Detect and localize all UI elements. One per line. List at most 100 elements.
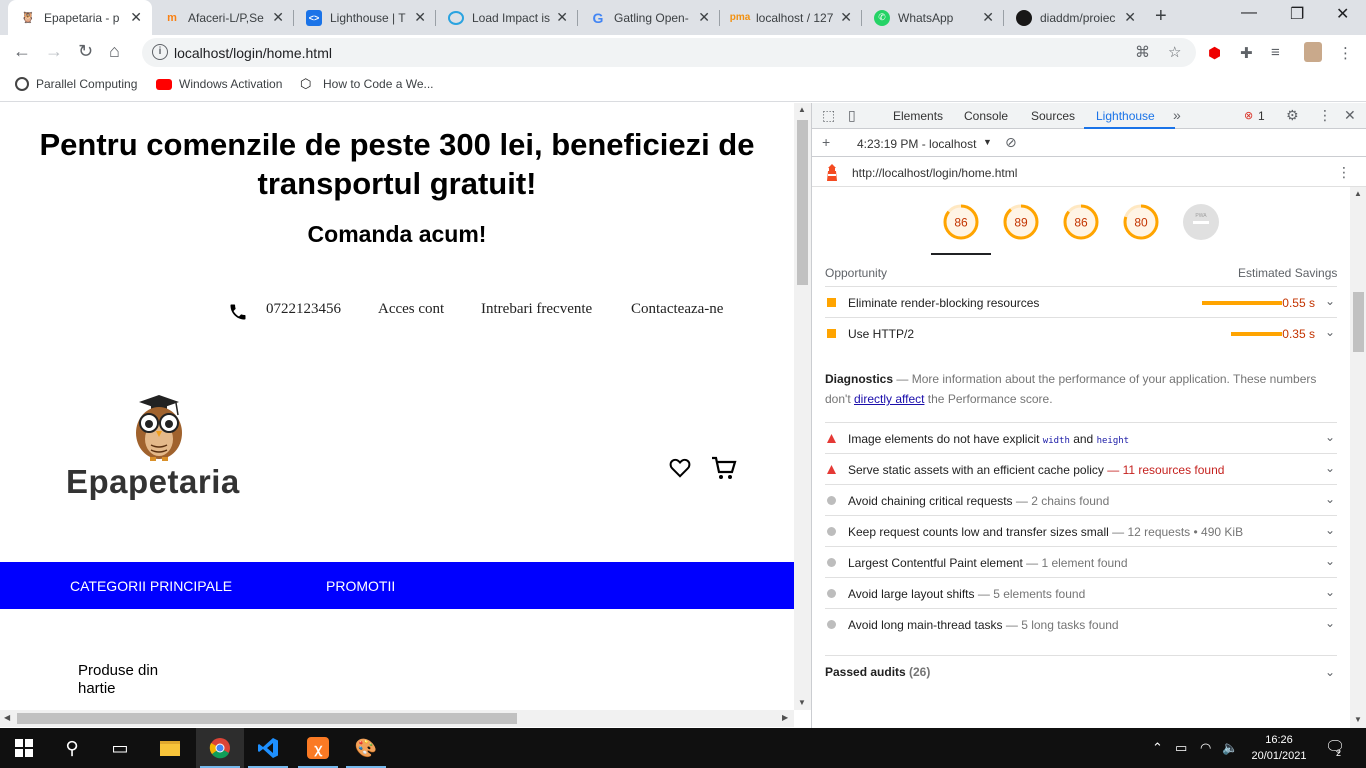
menu-icon[interactable]: ⋮ — [1338, 44, 1353, 62]
close-icon[interactable]: ✕ — [556, 9, 568, 26]
dropdown-chevron-icon[interactable]: ▼ — [983, 137, 992, 147]
score-gauge[interactable]: 80 — [1122, 203, 1160, 241]
tab-epapetaria[interactable]: 🦉 Epapetaria - p ✕ — [8, 0, 152, 35]
opportunity-row[interactable]: Use HTTP/2 0.35 s ⌄ — [825, 317, 1337, 348]
bookmark-star-icon[interactable]: ☆ — [1168, 43, 1181, 61]
new-report-icon[interactable]: + — [822, 134, 830, 150]
tab-lighthouse[interactable]: Lighthouse — [1096, 109, 1155, 123]
media-control-icon[interactable]: ≡ — [1271, 44, 1280, 61]
tab-lighthouse[interactable]: <> Lighthouse | T ✕ — [294, 0, 436, 35]
directly-affect-link[interactable]: directly affect — [854, 392, 924, 406]
tab-gatling[interactable]: G Gatling Open- ✕ — [578, 0, 720, 35]
close-devtools-icon[interactable]: ✕ — [1344, 107, 1356, 124]
error-icon[interactable]: ⊗ — [1244, 109, 1253, 122]
cart-icon[interactable] — [711, 455, 737, 481]
score-gauge[interactable]: 89 — [1002, 203, 1040, 241]
nav-faq-link[interactable]: Intrebari frecvente — [481, 301, 592, 318]
scroll-down-icon[interactable]: ▼ — [1354, 715, 1362, 724]
category-paper-products[interactable]: Produse din hartie — [78, 662, 178, 698]
diagnostic-row[interactable]: Largest Contentful Paint element — 1 ele… — [825, 546, 1337, 577]
forward-icon[interactable]: → — [45, 41, 63, 62]
pwa-badge-icon[interactable]: PWA — [1182, 203, 1220, 241]
avatar[interactable] — [1304, 42, 1322, 62]
adblock-icon[interactable]: ⬢ — [1208, 44, 1221, 62]
address-bar[interactable]: i localhost/login/home.html ⌘ ☆ — [142, 38, 1196, 67]
nav-contact-link[interactable]: Contacteaza-ne — [631, 301, 723, 318]
menu-promotions[interactable]: PROMOTII — [326, 578, 395, 594]
diagnostic-row[interactable]: Keep request counts low and transfer siz… — [825, 515, 1337, 546]
home-icon[interactable]: ⌂ — [109, 41, 120, 62]
chevron-down-icon[interactable]: ⌄ — [1325, 461, 1335, 475]
chevron-down-icon[interactable]: ⌄ — [1325, 616, 1335, 630]
bookmark-how-to-code[interactable]: ⬡ How to Code a We... — [300, 77, 434, 92]
tab-elements[interactable]: Elements — [893, 109, 943, 123]
settings-icon[interactable]: ⚙ — [1286, 107, 1299, 124]
bookmark-parallel-computing[interactable]: Parallel Computing — [15, 77, 137, 91]
chevron-down-icon[interactable]: ⌄ — [1325, 325, 1335, 339]
new-tab-button[interactable]: + — [1155, 5, 1167, 28]
task-view-icon[interactable]: ▭ — [96, 728, 144, 768]
devtools-scrollbar[interactable]: ▲ ▼ — [1350, 187, 1366, 728]
chevron-down-icon[interactable]: ⌄ — [1325, 492, 1335, 506]
search-icon[interactable]: ⚲ — [48, 728, 96, 768]
site-info-icon[interactable]: i — [152, 44, 168, 60]
close-icon[interactable]: ✕ — [698, 9, 710, 26]
phone-number[interactable]: 0722123456 — [266, 301, 341, 318]
chevron-down-icon[interactable]: ⌄ — [1325, 294, 1335, 308]
scroll-thumb[interactable] — [1353, 292, 1364, 352]
tab-github[interactable]: diaddm/proiec ✕ — [1004, 0, 1146, 35]
chevron-down-icon[interactable]: ⌄ — [1325, 554, 1335, 568]
close-icon[interactable]: ✕ — [982, 9, 994, 26]
customize-icon[interactable]: ⋮ — [1318, 107, 1332, 124]
scroll-right-icon[interactable]: ▶ — [782, 713, 788, 722]
extensions-icon[interactable]: ✚ — [1240, 44, 1253, 62]
scroll-thumb[interactable] — [17, 713, 517, 724]
diagnostic-row[interactable]: Avoid chaining critical requests — 2 cha… — [825, 484, 1337, 515]
error-count[interactable]: 1 — [1258, 109, 1265, 123]
opportunity-row[interactable]: Eliminate render-blocking resources 0.55… — [825, 286, 1337, 317]
vscode-icon[interactable] — [244, 728, 292, 768]
paint-icon[interactable]: 🎨 — [342, 728, 390, 768]
heart-icon[interactable] — [669, 458, 691, 478]
diagnostic-row[interactable]: Avoid large layout shifts — 5 elements f… — [825, 577, 1337, 608]
chevron-down-icon[interactable]: ⌄ — [1325, 665, 1335, 679]
order-now-link[interactable]: Comanda acum! — [0, 221, 794, 248]
inspect-element-icon[interactable]: ⬚ — [822, 107, 835, 124]
file-explorer-icon[interactable] — [146, 728, 194, 768]
tab-load-impact[interactable]: Load Impact is ✕ — [436, 0, 578, 35]
tab-afaceri[interactable]: m Afaceri-L/P,Se ✕ — [152, 0, 294, 35]
report-menu-icon[interactable]: ⋮ — [1337, 164, 1351, 181]
maximize-button[interactable]: ❐ — [1290, 4, 1304, 24]
close-icon[interactable]: ✕ — [414, 9, 426, 26]
diagnostic-row[interactable]: Serve static assets with an efficient ca… — [825, 453, 1337, 484]
address-url[interactable]: localhost/login/home.html — [174, 45, 332, 61]
scroll-left-icon[interactable]: ◀ — [4, 713, 10, 722]
volume-icon[interactable]: 🔈 — [1222, 740, 1238, 756]
xampp-icon[interactable]: ꭓ — [294, 728, 342, 768]
menu-main-categories[interactable]: CATEGORII PRINCIPALE — [70, 578, 232, 594]
tab-console[interactable]: Console — [964, 109, 1008, 123]
bookmark-windows-activation[interactable]: Windows Activation — [156, 77, 282, 91]
close-icon[interactable]: ✕ — [272, 9, 284, 26]
nav-account-link[interactable]: Acces cont — [378, 301, 444, 318]
wifi-icon[interactable]: ◠ — [1200, 740, 1211, 756]
scroll-up-icon[interactable]: ▲ — [798, 105, 806, 114]
chevron-down-icon[interactable]: ⌄ — [1325, 523, 1335, 537]
page-horizontal-scrollbar[interactable]: ◀ ▶ — [0, 710, 794, 727]
close-icon[interactable]: ✕ — [1124, 9, 1136, 26]
more-tabs-icon[interactable]: » — [1173, 107, 1181, 123]
score-gauge[interactable]: 86 — [1062, 203, 1100, 241]
close-icon[interactable]: ✕ — [840, 9, 852, 26]
scroll-up-icon[interactable]: ▲ — [1354, 189, 1362, 198]
scroll-down-icon[interactable]: ▼ — [798, 698, 806, 707]
clear-icon[interactable]: ⊘ — [1005, 134, 1017, 151]
tab-whatsapp[interactable]: ✆ WhatsApp ✕ — [862, 0, 1004, 35]
back-icon[interactable]: ← — [13, 41, 31, 62]
diagnostic-row[interactable]: Avoid long main-thread tasks — 5 long ta… — [825, 608, 1337, 639]
device-toolbar-icon[interactable]: ▯ — [848, 107, 856, 124]
scroll-thumb[interactable] — [797, 120, 808, 285]
start-icon[interactable] — [0, 728, 48, 768]
close-window-button[interactable]: ✕ — [1336, 4, 1349, 24]
tab-phpmyadmin[interactable]: pma localhost / 127 ✕ — [720, 0, 862, 35]
chevron-down-icon[interactable]: ⌄ — [1325, 585, 1335, 599]
